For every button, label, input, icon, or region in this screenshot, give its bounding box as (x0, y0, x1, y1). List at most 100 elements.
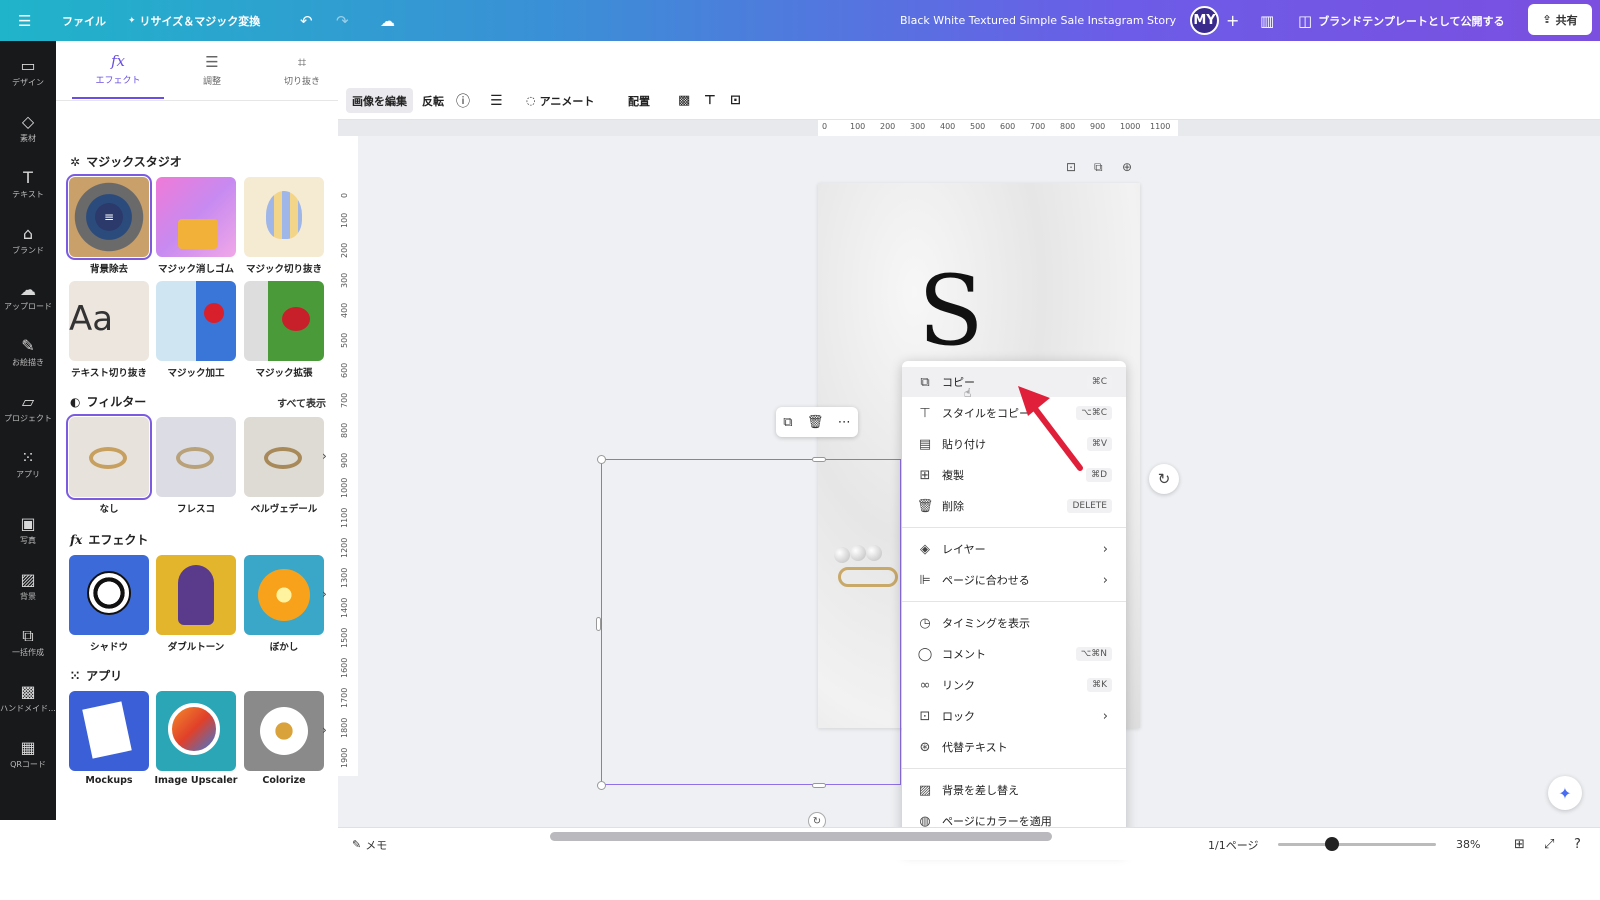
magic-studio-text-grab[interactable]: Aa (69, 281, 149, 361)
rail-item-design[interactable]: ▭ デザイン (0, 47, 56, 97)
menu-item-show-timing[interactable]: ◷ タイミングを表示 (902, 608, 1126, 638)
rail-item-qr-code[interactable]: ▦ QRコード (0, 729, 56, 779)
hamburger-icon[interactable]: ☰ (18, 0, 31, 41)
resize-handle[interactable] (812, 457, 826, 462)
menu-item-layer[interactable]: ◈ レイヤー › (902, 534, 1126, 564)
magic-studio-magic-expand[interactable] (244, 281, 324, 361)
edit-image-button[interactable]: 画像を編集 (346, 88, 413, 113)
rail-label: ハンドメイド... (0, 703, 56, 713)
duplicate-icon[interactable]: ⧉ (783, 415, 792, 430)
more-icon[interactable]: ⋯ (838, 415, 851, 430)
magic-assistant-icon[interactable]: ✦ (1548, 776, 1582, 810)
zoom-slider-knob[interactable] (1325, 837, 1339, 851)
resize-handle[interactable] (597, 781, 606, 790)
grid-view-icon[interactable]: ⊞ (1514, 828, 1525, 861)
handmade-icon: ▩ (20, 681, 36, 701)
lock-icon[interactable]: ⊡ (724, 88, 747, 113)
document-title[interactable]: Black White Textured Simple Sale Instagr… (900, 0, 1176, 41)
menu-item-align-to-page[interactable]: ⊫ ページに合わせる › (902, 565, 1126, 595)
rail-item-projects[interactable]: ▱ プロジェクト (0, 383, 56, 433)
undo-icon[interactable]: ↶ (300, 0, 313, 41)
selection-box[interactable] (601, 459, 901, 785)
chevron-right-icon[interactable]: › (322, 723, 327, 737)
page-duplicate-icon[interactable]: ⧉ (1094, 160, 1103, 175)
menu-label: 背景を差し替え (942, 784, 1019, 797)
zoom-slider[interactable] (1278, 843, 1436, 846)
paint-roller-icon[interactable]: ⊤ (698, 88, 722, 113)
rail-item-bulk-create[interactable]: ⧉ 一括作成 (0, 617, 56, 667)
menu-item-alt-text[interactable]: ⊛ 代替テキスト (902, 732, 1126, 762)
thumb-label: マジック切り抜き (245, 264, 322, 275)
rail-item-upload[interactable]: ☁ アップロード (0, 271, 56, 321)
menu-item-link[interactable]: ∞ リンク ⌘K (902, 670, 1126, 700)
add-collaborator-button[interactable]: + (1226, 0, 1239, 41)
thumb-label: テキスト切り抜き (71, 368, 147, 379)
resize-handle[interactable] (596, 617, 601, 631)
page-lock-icon[interactable]: ⊡ (1066, 160, 1076, 174)
redo-icon[interactable]: ↷ (336, 0, 349, 41)
menu-item-delete[interactable]: 🗑 削除 DELETE (902, 491, 1126, 521)
magic-studio-magic-edit[interactable] (156, 281, 236, 361)
app-mockups[interactable] (69, 691, 149, 771)
share-button[interactable]: ⇪ 共有 (1528, 4, 1592, 35)
effect-shadow[interactable] (69, 555, 149, 635)
page-add-icon[interactable]: ⊕ (1122, 160, 1132, 174)
file-menu[interactable]: ファイル (62, 0, 106, 41)
tab-crop[interactable]: ⌗ 切り抜き (256, 41, 348, 99)
position-button[interactable]: 配置 (622, 88, 656, 113)
rail-item-brand[interactable]: ⌂ ブランド (0, 215, 56, 265)
photos-icon: ▣ (20, 513, 36, 533)
page-count[interactable]: 1/1ページ (1208, 828, 1258, 861)
zoom-percentage[interactable]: 38% (1456, 828, 1480, 861)
resize-handle[interactable] (812, 783, 826, 788)
magic-studio-magic-eraser[interactable] (156, 177, 236, 257)
chevron-right-icon[interactable]: › (322, 587, 327, 601)
menu-item-replace-background[interactable]: ▨ 背景を差し替え (902, 775, 1126, 805)
notes-button[interactable]: ✎ メモ (352, 828, 387, 861)
effect-duotone[interactable] (156, 555, 236, 635)
cloud-save-icon[interactable]: ☁ (380, 0, 395, 41)
fullscreen-icon[interactable]: ⤢ (1544, 828, 1554, 861)
info-icon[interactable]: ⓘ (450, 88, 476, 113)
horizontal-scrollbar[interactable] (550, 832, 1052, 841)
tab-effects[interactable]: fx エフェクト (72, 41, 164, 99)
insights-icon[interactable]: ▥ (1260, 0, 1274, 41)
effects-panel: fx エフェクト ☰ 調整 ⌗ 切り抜き ✲ マジックスタジオ ≡ 背景除去 マジック消… (56, 41, 338, 820)
chevron-right-icon[interactable]: › (322, 449, 327, 463)
magic-studio-magic-grab[interactable] (244, 177, 324, 257)
animate-button[interactable]: ◌ アニメート (520, 88, 600, 113)
comment-add-icon[interactable]: ↻ (1149, 464, 1179, 494)
rail-item-photos[interactable]: ▣ 写真 (0, 505, 56, 555)
resize-button[interactable]: ✦ リサイズ＆マジック変換 (128, 0, 260, 41)
filter-fresco[interactable] (156, 417, 236, 497)
filters-see-all-link[interactable]: すべて表示 (277, 395, 326, 410)
left-rail: ▭ デザイン ◇ 素材 T テキスト ⌂ ブランド ☁ アップロード ✎ お絵描き ▱ プロジ… (0, 41, 56, 820)
publish-template-button[interactable]: ◫ ブランドテンプレートとして公開する (1298, 0, 1505, 41)
rail-item-draw[interactable]: ✎ お絵描き (0, 327, 56, 377)
magic-studio-background-remover[interactable]: ≡ (66, 174, 152, 260)
transparency-icon[interactable]: ▩ (672, 88, 696, 113)
avatar[interactable]: MY (1190, 6, 1219, 35)
help-icon[interactable]: ? (1574, 828, 1581, 861)
app-colorize[interactable] (244, 691, 324, 771)
line-weight-icon[interactable]: ☰ (484, 88, 509, 113)
rail-item-apps[interactable]: ⁙ アプリ (0, 439, 56, 489)
ruler-tick: 300 (910, 122, 926, 131)
filter-none[interactable] (66, 414, 152, 500)
effect-blur[interactable] (244, 555, 324, 635)
menu-item-comment[interactable]: ◯ コメント ⌥⌘N (902, 639, 1126, 669)
ring-image (176, 447, 214, 469)
trash-icon[interactable]: 🗑 (807, 415, 824, 430)
headline-letter[interactable]: S (918, 263, 984, 359)
filter-belvedere[interactable] (244, 417, 324, 497)
flip-button[interactable]: 反転 (416, 88, 450, 113)
rail-item-text[interactable]: T テキスト (0, 159, 56, 209)
app-image-upscaler[interactable] (156, 691, 236, 771)
tab-adjust[interactable]: ☰ 調整 (166, 41, 258, 99)
rail-item-background[interactable]: ▨ 背景 (0, 561, 56, 611)
resize-handle[interactable] (597, 455, 606, 464)
rail-item-elements[interactable]: ◇ 素材 (0, 103, 56, 153)
background-replace-icon: ▨ (918, 782, 932, 798)
rail-item-handmade[interactable]: ▩ ハンドメイド... (0, 673, 56, 723)
menu-item-lock[interactable]: ⊡ ロック › (902, 701, 1126, 731)
